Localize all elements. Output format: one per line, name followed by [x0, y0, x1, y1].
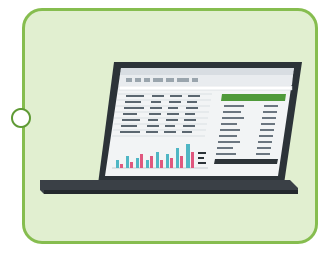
laptop-base-edge — [44, 190, 298, 194]
green-table-header — [221, 94, 286, 101]
formula-bar — [118, 85, 293, 91]
laptop-illustration — [40, 56, 304, 200]
table-total-row — [214, 159, 278, 164]
window-titlebar — [120, 68, 294, 75]
laptop-spreadsheet-image — [40, 62, 302, 194]
connector-node[interactable] — [11, 108, 31, 128]
